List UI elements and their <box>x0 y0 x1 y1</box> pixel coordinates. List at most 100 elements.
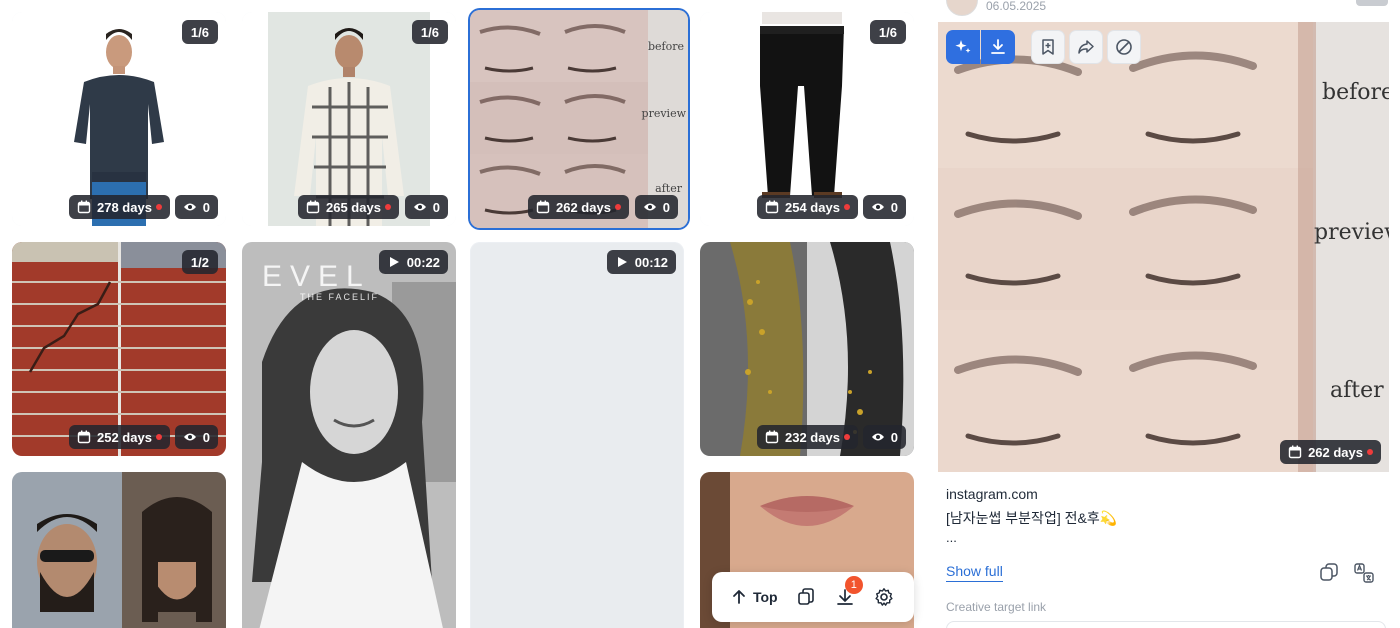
ai-magic-button[interactable] <box>946 30 980 64</box>
days-badge: 232 days <box>757 425 858 449</box>
share-arrow-icon <box>1078 40 1094 54</box>
days-text: 232 days <box>785 429 840 445</box>
share-button[interactable] <box>1069 30 1103 64</box>
days-text: 262 days <box>556 199 611 215</box>
bookmark-button[interactable] <box>1031 30 1065 64</box>
creative-target-label: Creative target link <box>946 600 1047 614</box>
ad-caption: [남자눈썹 부분작업] 전&후💫 <box>946 510 1118 526</box>
ad-detail-panel: 06.05.2025 before preview after <box>930 0 1400 628</box>
image-counter: 1/6 <box>181 20 218 44</box>
preview-preview-label: preview <box>1314 220 1389 245</box>
hair-fiber-image <box>700 242 914 456</box>
advertiser-avatar[interactable] <box>946 0 978 16</box>
views-text: 0 <box>432 199 440 215</box>
status-dot <box>155 204 162 210</box>
eye-icon <box>183 430 197 444</box>
copy-button[interactable] <box>787 580 826 614</box>
calendar-icon <box>306 200 320 214</box>
calendar-icon <box>77 200 91 214</box>
card-blank-video[interactable]: 00:12 <box>470 242 684 628</box>
image-counter: 1/6 <box>411 20 448 44</box>
play-icon <box>387 255 401 269</box>
card-sweater[interactable]: 1/6 278 days 0 <box>12 12 226 226</box>
creative-target-link-field[interactable] <box>946 621 1386 628</box>
eye-icon <box>413 200 427 214</box>
days-text: 252 days <box>97 429 152 445</box>
video-overlay-title: EVEL <box>262 260 371 293</box>
copy-icon <box>798 588 814 605</box>
views-badge: 0 <box>862 195 906 219</box>
views-text: 0 <box>890 429 898 445</box>
copy-image-icon <box>1320 563 1338 581</box>
days-text: 254 days <box>785 199 840 215</box>
after-label: after <box>655 182 682 195</box>
show-full-link[interactable]: Show full <box>946 563 1003 582</box>
panel-corner-button[interactable] <box>1356 0 1388 6</box>
plaid-shirt-image <box>242 12 456 226</box>
card-beard-man[interactable] <box>12 472 226 628</box>
calendar-icon <box>765 200 779 214</box>
calendar-icon <box>77 430 91 444</box>
brick-wall-image <box>12 242 226 456</box>
views-badge: 0 <box>174 195 218 219</box>
card-black-jeans[interactable]: 1/6 254 days 0 <box>700 12 914 226</box>
calendar-icon <box>1288 445 1302 459</box>
preview-after-label: after <box>1330 378 1384 403</box>
duplicate-image-button[interactable] <box>1318 562 1340 584</box>
download-count-badge: 1 <box>844 576 863 594</box>
status-dot <box>843 204 850 210</box>
views-badge: 0 <box>862 425 906 449</box>
preview-toolbar <box>946 30 1141 64</box>
eye-icon <box>643 200 657 214</box>
days-badge: 262 days <box>528 195 629 219</box>
card-brick-wall[interactable]: 1/2 252 days 0 <box>12 242 226 456</box>
top-label: Top <box>752 589 778 605</box>
translate-button[interactable] <box>1353 562 1375 584</box>
days-text: 278 days <box>97 199 152 215</box>
arrow-up-icon <box>733 590 745 604</box>
views-text: 0 <box>202 429 210 445</box>
status-dot <box>614 204 621 210</box>
preview-before-label: before <box>1322 80 1389 105</box>
eye-icon <box>871 430 885 444</box>
floating-toolbar: Top 1 <box>712 572 914 622</box>
downloads-button[interactable]: 1 <box>826 576 865 614</box>
block-button[interactable] <box>1107 30 1141 64</box>
card-eyebrows[interactable]: before preview after 262 days 0 <box>470 10 688 228</box>
days-badge: 265 days <box>298 195 399 219</box>
card-plaid-shirt[interactable]: 1/6 265 days 0 <box>242 12 456 226</box>
calendar-icon <box>536 200 550 214</box>
views-badge: 0 <box>404 195 448 219</box>
sparkle-icon <box>955 40 971 53</box>
video-overlay-subtitle: THE FACELIF <box>300 292 380 302</box>
bookmark-add-icon <box>1042 39 1054 55</box>
image-counter: 1/2 <box>181 250 218 274</box>
views-text: 0 <box>202 199 210 215</box>
views-text: 0 <box>662 199 670 215</box>
eye-icon <box>183 200 197 214</box>
play-icon <box>615 255 629 269</box>
views-badge: 0 <box>174 425 218 449</box>
views-badge: 0 <box>634 195 678 219</box>
ad-grid: 1/6 278 days 0 1/6 265 days 0 before pre… <box>0 0 930 628</box>
download-ad-button[interactable] <box>981 30 1015 64</box>
gear-icon <box>875 588 894 606</box>
status-dot <box>384 204 391 210</box>
status-dot <box>155 434 162 440</box>
ad-domain[interactable]: instagram.com <box>946 486 1038 502</box>
beard-man-image <box>12 472 226 628</box>
days-badge: 278 days <box>69 195 170 219</box>
block-icon <box>1116 39 1132 55</box>
preview-label: preview <box>641 107 686 120</box>
days-badge: 254 days <box>757 195 858 219</box>
card-hair-fiber[interactable]: 232 days 0 <box>700 242 914 456</box>
caption-ellipsis: ... <box>946 530 957 545</box>
calendar-icon <box>765 430 779 444</box>
duration-text: 00:22 <box>406 254 440 270</box>
eye-icon <box>871 200 885 214</box>
settings-button[interactable] <box>865 580 904 614</box>
ad-preview-image[interactable]: before preview after 262 days <box>938 22 1389 472</box>
back-to-top-button[interactable]: Top <box>722 580 787 614</box>
card-woman-video[interactable]: EVEL THE FACELIF 00:22 <box>242 242 456 628</box>
video-duration-badge: 00:12 <box>606 250 676 274</box>
